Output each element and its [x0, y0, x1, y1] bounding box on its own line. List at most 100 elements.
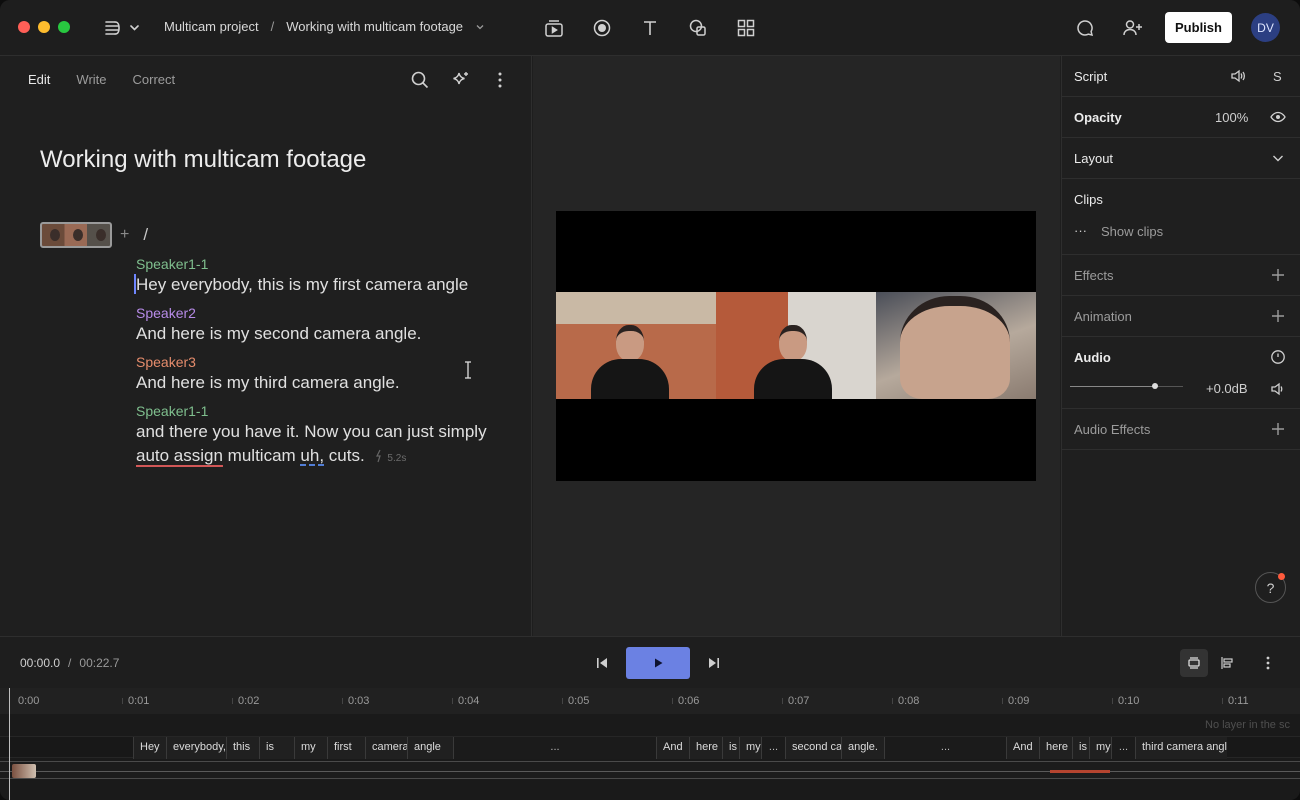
word-chip[interactable]: Hey	[133, 737, 166, 759]
word-chip[interactable]: And	[1006, 737, 1039, 759]
record-icon[interactable]	[591, 17, 613, 39]
audio-gain-value[interactable]: +0.0dB	[1206, 381, 1248, 396]
speaker-label[interactable]: Speaker2	[136, 305, 506, 321]
transcript-word[interactable]: multicam	[223, 446, 300, 465]
grid-icon[interactable]	[735, 17, 757, 39]
clip-thumbnail[interactable]	[12, 764, 36, 778]
transcript-paragraph[interactable]: Speaker1-1 and there you have it. Now yo…	[136, 403, 506, 471]
word-gap[interactable]: ...	[761, 737, 785, 759]
transcript-word[interactable]: cuts.	[324, 446, 365, 465]
pause-duration[interactable]: 5.2s	[387, 453, 406, 464]
script-shortcut-label[interactable]: S	[1273, 69, 1282, 84]
close-window-button[interactable]	[18, 21, 30, 33]
search-icon[interactable]	[410, 70, 430, 90]
word-gap[interactable]: ...	[453, 737, 656, 759]
transcript-line[interactable]: And here is my third camera angle.	[136, 371, 506, 395]
show-clips-button[interactable]: Show clips	[1101, 224, 1163, 239]
opacity-value[interactable]: 100%	[1215, 110, 1248, 125]
minimize-window-button[interactable]	[38, 21, 50, 33]
word-chip[interactable]: And	[656, 737, 689, 759]
chevron-down-icon[interactable]	[1270, 150, 1286, 169]
word-chip[interactable]: here	[689, 737, 722, 759]
word-chip[interactable]: camera	[365, 737, 407, 759]
breadcrumb-composition[interactable]: Working with multicam footage	[286, 19, 463, 34]
transcript-line[interactable]: Hey everybody, this is my first camera a…	[136, 275, 468, 294]
word-chip[interactable]: is	[722, 737, 739, 759]
comment-icon[interactable]	[1074, 17, 1096, 39]
tab-correct[interactable]: Correct	[133, 72, 176, 87]
add-scene-button[interactable]: +	[120, 226, 129, 244]
document-title[interactable]: Working with multicam footage	[40, 146, 366, 174]
volume-icon[interactable]	[1270, 381, 1286, 400]
word-chip[interactable]: first	[327, 737, 365, 759]
scene-slash-marker[interactable]: /	[143, 225, 148, 245]
animation-row[interactable]: Animation	[1062, 296, 1300, 337]
sparkle-icon[interactable]	[450, 70, 470, 90]
clock-icon[interactable]	[1270, 349, 1286, 368]
waveform-view-icon[interactable]	[1219, 655, 1235, 671]
word-chip[interactable]: my	[294, 737, 327, 759]
video-canvas[interactable]	[556, 211, 1036, 481]
skip-back-icon[interactable]	[594, 655, 610, 671]
word-chip[interactable]: is	[259, 737, 294, 759]
transcript[interactable]: Speaker1-1 Hey everybody, this is my fir…	[134, 256, 506, 479]
breadcrumb-project[interactable]: Multicam project	[164, 19, 259, 34]
time-ruler[interactable]: 0:00 0:01 0:02 0:03 0:04 0:05 0:06 0:07 0:08 0:09…	[0, 688, 1300, 714]
shapes-icon[interactable]	[687, 17, 709, 39]
opacity-row[interactable]: Opacity 100%	[1062, 97, 1300, 138]
pause-marker-icon[interactable]	[375, 446, 383, 470]
tab-edit[interactable]: Edit	[28, 72, 50, 87]
speaker-label[interactable]: Speaker1-1	[136, 403, 506, 419]
flagged-word[interactable]: auto assign	[136, 446, 223, 465]
word-chip[interactable]: is	[1072, 737, 1089, 759]
add-audio-effect-icon[interactable]	[1270, 421, 1286, 440]
word-chip[interactable]: second camera	[785, 737, 841, 759]
speaker-label[interactable]: Speaker3	[136, 354, 506, 370]
layout-row[interactable]: Layout	[1062, 138, 1300, 179]
transcript-line[interactable]: and there you have it. Now you can just …	[136, 420, 506, 444]
transcript-paragraph[interactable]: Speaker2 And here is my second camera an…	[136, 305, 506, 346]
speaker-label[interactable]: Speaker1-1	[136, 256, 506, 272]
audio-gain-slider-handle[interactable]	[1152, 383, 1158, 389]
playhead[interactable]	[9, 688, 10, 800]
transcript-paragraph[interactable]: Speaker3 And here is my third camera ang…	[136, 354, 506, 395]
maximize-window-button[interactable]	[58, 21, 70, 33]
word-chip[interactable]: here	[1039, 737, 1072, 759]
add-media-icon[interactable]	[543, 17, 565, 39]
word-chip[interactable]: this	[226, 737, 259, 759]
audio-effects-row[interactable]: Audio Effects	[1062, 409, 1300, 450]
play-button[interactable]	[626, 647, 690, 679]
word-gap[interactable]: ...	[884, 737, 1006, 759]
timeline-view-button[interactable]	[1180, 649, 1208, 677]
timeline[interactable]: 0:00 0:01 0:02 0:03 0:04 0:05 0:06 0:07 0:08 0:09…	[0, 688, 1300, 800]
effects-row[interactable]: Effects	[1062, 255, 1300, 296]
multicam-strip[interactable]	[556, 292, 1036, 399]
tab-write[interactable]: Write	[76, 72, 106, 87]
word-chip[interactable]: my	[739, 737, 761, 759]
camera-angle-1[interactable]	[556, 292, 716, 399]
skip-forward-icon[interactable]	[706, 655, 722, 671]
word-chip[interactable]: angle	[407, 737, 453, 759]
add-user-icon[interactable]	[1121, 17, 1145, 39]
script-row[interactable]: Script S	[1062, 56, 1300, 97]
word-chip[interactable]: third camera angle	[1135, 737, 1227, 759]
word-chip[interactable]: angle.	[841, 737, 884, 759]
chevron-down-icon[interactable]	[475, 22, 485, 32]
scene-thumbnail[interactable]	[40, 222, 112, 248]
more-vertical-icon[interactable]	[1260, 655, 1276, 671]
text-icon[interactable]	[639, 17, 661, 39]
project-menu-icon[interactable]	[103, 17, 139, 39]
camera-angle-2[interactable]	[716, 292, 876, 399]
speaker-volume-icon[interactable]	[1230, 68, 1246, 87]
add-animation-icon[interactable]	[1270, 308, 1286, 327]
clips-more-icon[interactable]: ···	[1074, 223, 1087, 238]
word-chip[interactable]: my	[1089, 737, 1111, 759]
word-chip[interactable]: everybody,	[166, 737, 226, 759]
transcript-line[interactable]: And here is my second camera angle.	[136, 322, 506, 346]
eye-icon[interactable]	[1270, 109, 1286, 128]
add-effect-icon[interactable]	[1270, 267, 1286, 286]
camera-angle-3[interactable]	[876, 292, 1036, 399]
transcript-paragraph[interactable]: Speaker1-1 Hey everybody, this is my fir…	[134, 256, 506, 297]
avatar[interactable]: DV	[1251, 13, 1280, 42]
word-track[interactable]: Hey everybody, this is my first camera angle...…	[0, 736, 1300, 759]
